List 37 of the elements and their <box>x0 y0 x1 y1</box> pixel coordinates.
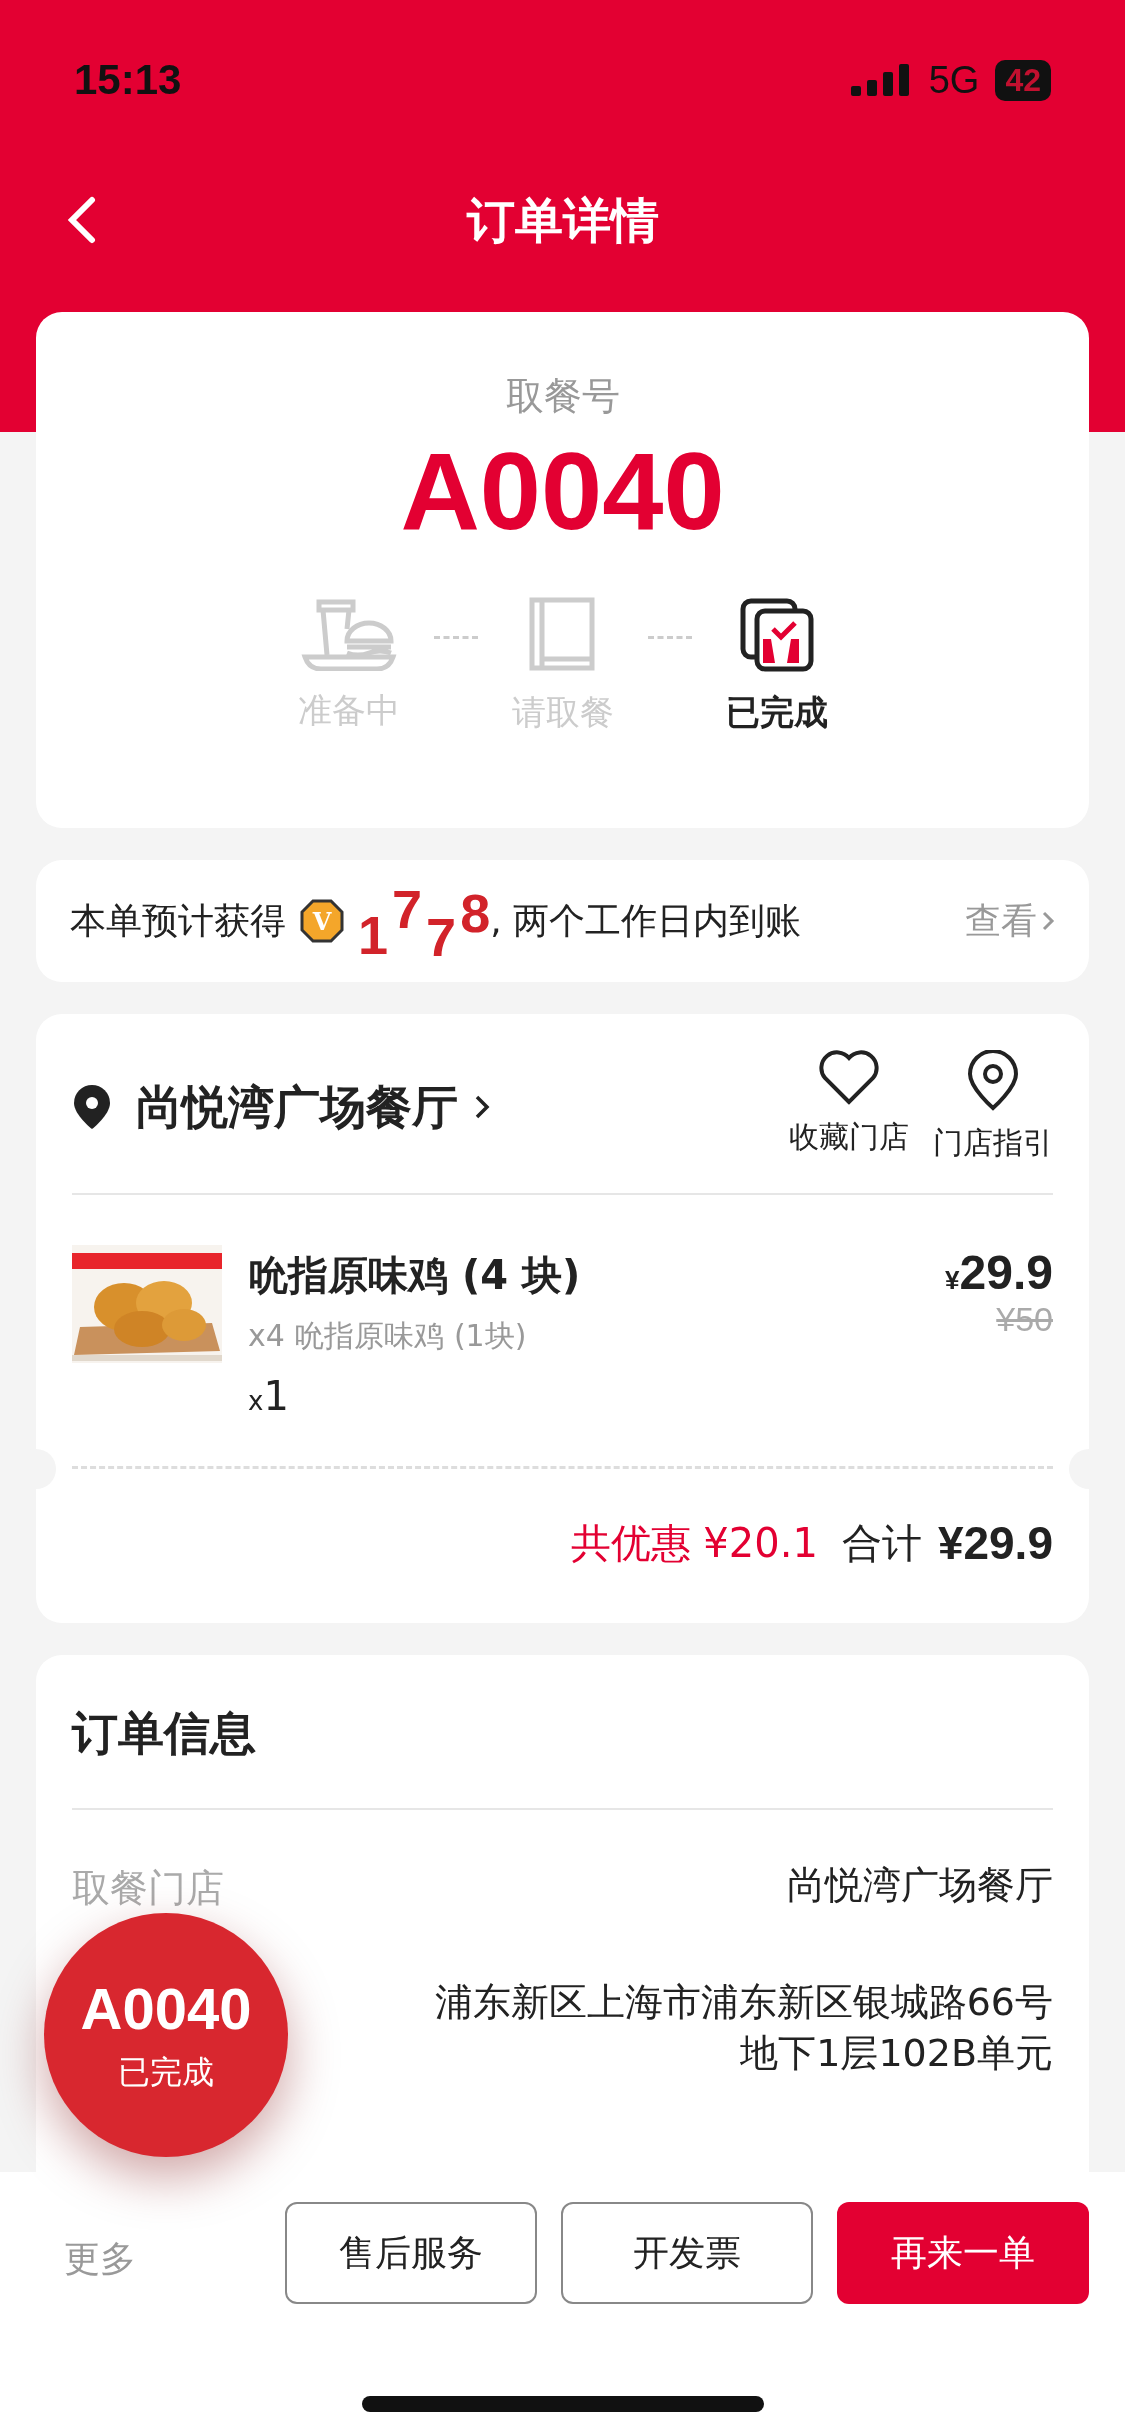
item-quantity: x1 <box>248 1371 290 1421</box>
coin-icon: V <box>300 898 344 943</box>
chevron-icon <box>474 1094 490 1120</box>
discount-text: 共优惠 ¥20.1 <box>570 1518 818 1568</box>
points-text: 本单预计获得 <box>70 898 286 943</box>
info-value: 尚悦湾广场餐厅 <box>787 1861 1053 1909</box>
pickup-label: 取餐号 <box>505 373 620 420</box>
checked-bag-icon <box>738 596 815 673</box>
reorder-button[interactable]: 再来一单 <box>837 2202 1089 2304</box>
network-label: 5G <box>928 58 980 102</box>
pickup-number: A0040 <box>400 433 725 549</box>
battery-indicator: 42 <box>995 59 1051 101</box>
info-value: 浦东新区上海市浦东新区银城路66号地下1层102B单元 <box>433 1978 1053 2077</box>
total-amount: ¥29.9 <box>937 1515 1053 1570</box>
heart-icon <box>818 1049 880 1106</box>
store-link[interactable]: 尚悦湾广场餐厅 <box>72 1072 490 1142</box>
store-name: 尚悦湾广场餐厅 <box>136 1078 458 1136</box>
burger-meal-icon <box>300 598 397 671</box>
item-price: ¥29.9 <box>945 1244 1053 1300</box>
original-price: ¥50 <box>996 1299 1053 1339</box>
status-time: 15:13 <box>74 56 182 104</box>
item-detail: x4 吮指原味鸡 (1块) <box>248 1316 528 1355</box>
action-button[interactable]: 售后服务 <box>285 2202 537 2304</box>
location-pin-icon <box>72 1083 112 1131</box>
store-action[interactable]: 收藏门店 <box>789 1049 909 1165</box>
location-pin-icon <box>966 1049 1020 1112</box>
chevron-icon <box>1041 909 1055 932</box>
page-title: 订单详情 <box>466 191 659 250</box>
points-text: , 两个工作日内到账 <box>490 898 802 943</box>
store-action[interactable]: 门店指引 <box>933 1049 1053 1165</box>
section-title: 订单信息 <box>72 1654 1053 1810</box>
info-label: 取餐门店 <box>72 1864 224 1912</box>
item-name: 吮指原味鸡 (4 块) <box>248 1250 582 1300</box>
step-label: 已完成 <box>725 690 828 734</box>
action-button[interactable]: 开发票 <box>561 2202 813 2304</box>
total-label: 合计 <box>841 1518 922 1568</box>
back-icon[interactable] <box>66 196 96 244</box>
